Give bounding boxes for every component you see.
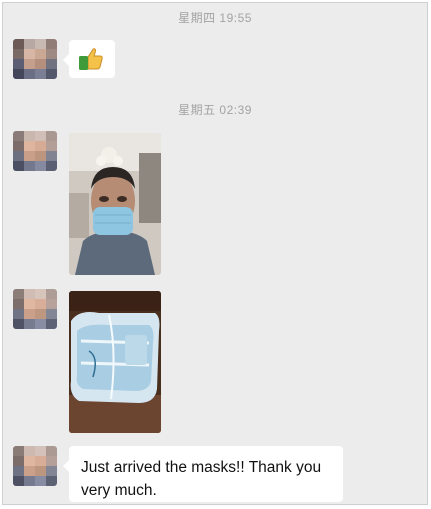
masks-image bbox=[69, 291, 161, 433]
emoji-bubble[interactable] bbox=[63, 40, 115, 78]
photo-selfie[interactable] bbox=[69, 133, 161, 275]
thumbs-up-icon bbox=[79, 48, 103, 70]
selfie-image bbox=[69, 133, 161, 275]
message-text: Just arrived the masks!! Thank you very … bbox=[81, 459, 322, 499]
avatar[interactable] bbox=[13, 131, 57, 171]
text-message-bubble[interactable]: Just arrived the masks!! Thank you very … bbox=[63, 446, 343, 502]
photo-masks[interactable] bbox=[69, 291, 161, 433]
chat-window: 星期四 19:55 星期五 02:39 Just arrived the mas… bbox=[2, 2, 428, 505]
avatar[interactable] bbox=[13, 39, 57, 79]
avatar[interactable] bbox=[13, 289, 57, 329]
avatar[interactable] bbox=[13, 446, 57, 486]
timestamp: 星期四 19:55 bbox=[178, 11, 252, 25]
timestamp: 星期五 02:39 bbox=[178, 103, 252, 117]
